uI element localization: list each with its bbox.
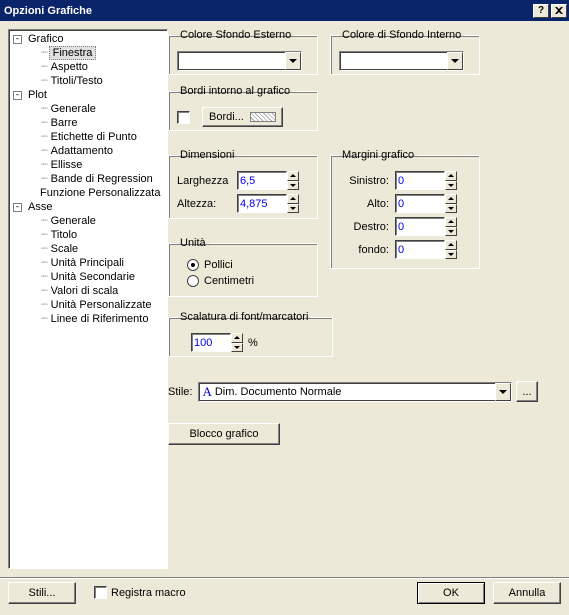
stile-browse-button[interactable]: ... [516,381,538,402]
dialog-body: -Grafico ┈Finestra ┈Aspetto ┈Titoli/Test… [0,21,569,577]
tree-node-titoli[interactable]: Titoli/Testo [49,75,105,87]
label-larghezza: Larghezza [177,175,237,187]
style-glyph-icon: A [202,384,211,400]
legend-scalatura: Scalatura di font/marcatori [177,311,311,323]
label-stile: Stile: [168,386,192,398]
collapse-icon[interactable]: - [13,91,22,100]
group-scalatura: Scalatura di font/marcatori % [168,311,333,357]
legend-unita: Unità [177,237,209,249]
tree-node-aspetto[interactable]: Aspetto [49,61,90,73]
legend-colore-interno: Colore di Sfondo Interno [339,29,464,41]
tree-node-generale[interactable]: Generale [49,103,98,115]
label-altezza: Altezza: [177,198,237,210]
sinistro-spinner[interactable] [445,171,457,190]
help-button[interactable]: ? [533,4,549,18]
dropdown-icon[interactable] [495,383,511,401]
collapse-icon[interactable]: - [13,203,22,212]
sinistro-input[interactable] [396,175,444,187]
titlebar: Opzioni Grafiche ? [0,0,569,21]
label-pollici: Pollici [204,259,233,271]
percent-label: % [248,337,258,349]
altezza-input[interactable] [238,198,286,210]
tree-node-asse-unitas[interactable]: Unità Secondarie [49,271,137,283]
label-centimetri: Centimetri [204,275,254,287]
label-sinistro: Sinistro: [339,175,389,187]
tree-node-ellisse[interactable]: Ellisse [49,159,85,171]
scalatura-input[interactable] [192,337,230,349]
blocco-grafico-button[interactable]: Blocco grafico [168,423,280,445]
larghezza-spinner[interactable] [287,171,299,190]
tree-node-asse-titolo[interactable]: Titolo [49,229,80,241]
alto-input[interactable] [396,198,444,210]
tree-node-funzione[interactable]: Funzione Personalizzata [38,187,162,199]
group-colore-esterno: Colore Sfondo Esterno [168,29,318,75]
tree-node-asse-valori[interactable]: Valori di scala [49,285,121,297]
label-registra: Registra macro [111,587,186,599]
window-title: Opzioni Grafiche [4,5,531,17]
larghezza-input[interactable] [238,175,286,187]
ok-button[interactable]: OK [417,582,485,604]
close-button[interactable] [551,4,567,18]
dropdown-icon[interactable] [447,52,463,70]
tree-node-asse-unitaper[interactable]: Unità Personalizzate [49,299,154,311]
tree-node-asse-scale[interactable]: Scale [49,243,81,255]
legend-margini: Margini grafico [339,149,417,161]
radio-centimetri[interactable] [187,275,199,287]
dialog-footer: Stili... Registra macro OK Annulla [0,577,569,607]
group-colore-interno: Colore di Sfondo Interno [330,29,480,75]
tree-node-asse-generale[interactable]: Generale [49,215,98,227]
destro-spinner[interactable] [445,217,457,236]
bordi-button[interactable]: Bordi... [202,107,283,127]
collapse-icon[interactable]: - [13,35,22,44]
group-dimensioni: Dimensioni Larghezza Altezza: [168,149,318,219]
legend-bordi: Bordi intorno al grafico [177,85,293,97]
tree-node-asse-unitap[interactable]: Unità Principali [49,257,126,269]
registra-checkbox[interactable] [94,586,107,599]
radio-pollici[interactable] [187,259,199,271]
label-fondo: fondo: [339,244,389,256]
colore-esterno-combo[interactable] [177,51,302,71]
tree-node-asse-linee[interactable]: Linee di Riferimento [49,313,151,325]
tree-panel: -Grafico ┈Finestra ┈Aspetto ┈Titoli/Test… [8,29,168,569]
tree-node-grafico[interactable]: Grafico [26,33,65,45]
annulla-button[interactable]: Annulla [493,582,561,604]
legend-dimensioni: Dimensioni [177,149,237,161]
tree-node-finestra[interactable]: Finestra [49,46,97,60]
tree-node-etichette[interactable]: Etichette di Punto [49,131,139,143]
stile-combo[interactable]: ADim. Documento Normale [198,382,512,402]
tree-node-adattamento[interactable]: Adattamento [49,145,115,157]
group-margini: Margini grafico Sinistro: Alto: Destro: … [330,149,480,269]
label-alto: Alto: [339,198,389,210]
fondo-input[interactable] [396,244,444,256]
group-bordi: Bordi intorno al grafico Bordi... [168,85,318,131]
legend-colore-esterno: Colore Sfondo Esterno [177,29,294,41]
group-unita: Unità Pollici Centimetri [168,237,318,297]
alto-spinner[interactable] [445,194,457,213]
stili-button[interactable]: Stili... [8,582,76,604]
tree-node-asse[interactable]: Asse [26,201,54,213]
scalatura-spinner[interactable] [231,333,243,352]
nav-tree[interactable]: -Grafico ┈Finestra ┈Aspetto ┈Titoli/Test… [8,29,168,569]
altezza-spinner[interactable] [287,194,299,213]
tree-node-barre[interactable]: Barre [49,117,80,129]
colore-interno-combo[interactable] [339,51,464,71]
tree-node-bande[interactable]: Bande di Regression [49,173,155,185]
settings-panel: Colore Sfondo Esterno Colore di Sfondo I… [168,29,561,569]
destro-input[interactable] [396,221,444,233]
dropdown-icon[interactable] [285,52,301,70]
tree-node-plot[interactable]: Plot [26,89,49,101]
fondo-spinner[interactable] [445,240,457,259]
bordi-swatch [250,112,276,122]
label-destro: Destro: [339,221,389,233]
bordi-checkbox[interactable] [177,111,190,124]
